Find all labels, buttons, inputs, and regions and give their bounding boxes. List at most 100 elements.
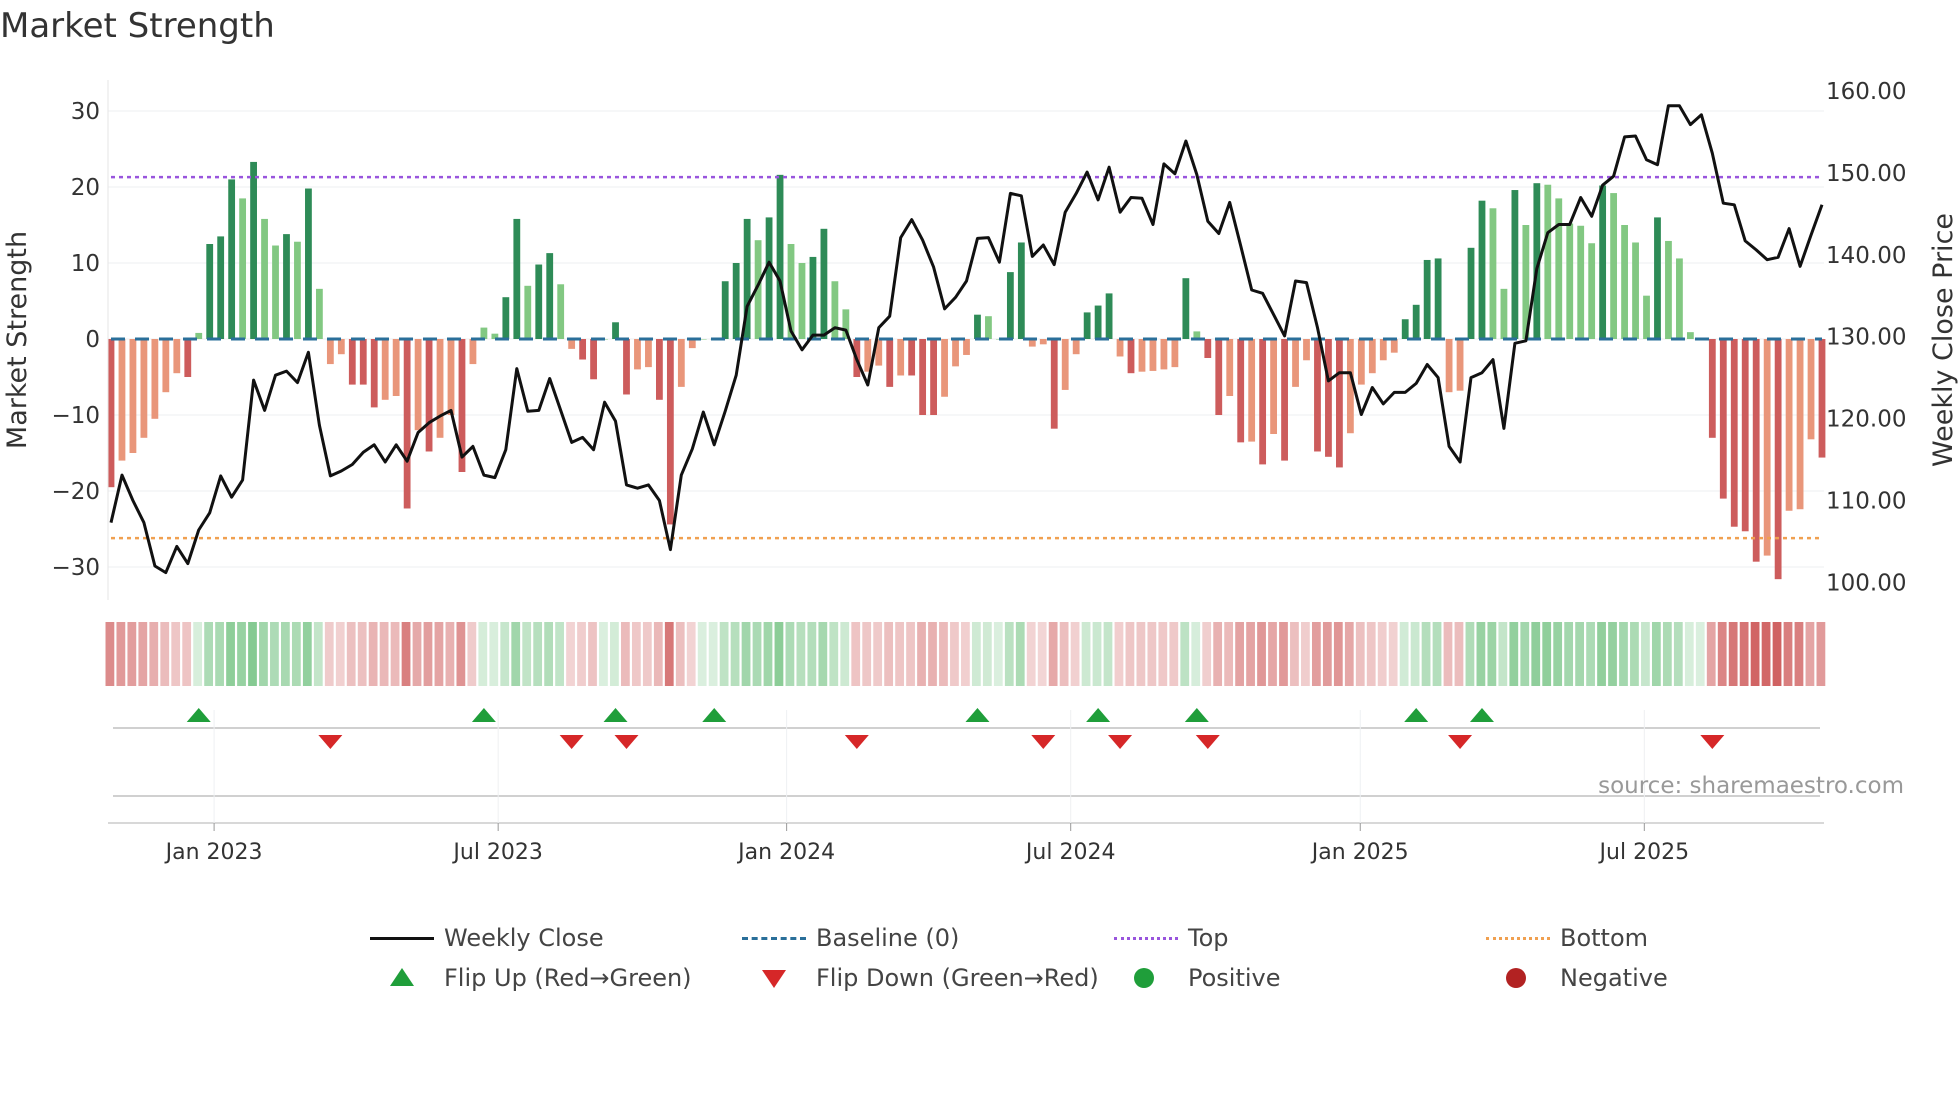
heat-cell bbox=[1311, 622, 1321, 686]
heat-cell bbox=[379, 622, 389, 686]
negative-bar bbox=[1785, 339, 1793, 511]
legend-flip-down: Flip Down (Green→Red) bbox=[742, 962, 1114, 994]
x-tick-label: Jan 2023 bbox=[164, 840, 263, 865]
positive-bar bbox=[1665, 240, 1672, 339]
heat-cell bbox=[1147, 622, 1157, 686]
heat-cell bbox=[686, 622, 696, 686]
legend-label: Negative bbox=[1560, 964, 1668, 992]
heat-cell bbox=[1268, 622, 1277, 686]
negative-bar bbox=[1039, 339, 1047, 345]
heat-cell bbox=[1575, 622, 1584, 686]
heat-cell bbox=[1432, 622, 1442, 686]
negative-bar bbox=[1796, 339, 1804, 510]
triangle-up-icon bbox=[370, 968, 434, 988]
negative-bar bbox=[1226, 339, 1234, 396]
negative-bar bbox=[1259, 339, 1267, 465]
flip-up-marker bbox=[1184, 708, 1209, 722]
heat-cell bbox=[719, 622, 729, 686]
heat-cell bbox=[215, 622, 224, 686]
heat-cell bbox=[1498, 622, 1508, 686]
negative-bar bbox=[1325, 339, 1332, 457]
heat-cell bbox=[1114, 622, 1124, 686]
reference-lines bbox=[111, 175, 1822, 540]
negative-bar bbox=[1292, 339, 1299, 387]
heat-cell bbox=[138, 622, 148, 686]
y2-tick-label: 130.00 bbox=[1826, 325, 1906, 351]
heat-cell bbox=[302, 622, 312, 686]
heat-cell bbox=[1739, 622, 1749, 686]
negative-bar bbox=[886, 339, 894, 387]
heat-cell bbox=[1553, 622, 1563, 686]
negative-bar bbox=[1215, 339, 1223, 415]
heat-cell bbox=[1092, 622, 1102, 686]
heat-cell bbox=[939, 622, 948, 686]
heat-cell bbox=[1794, 622, 1804, 686]
heat-cell bbox=[1037, 622, 1047, 686]
legend-baseline: Baseline (0) bbox=[742, 922, 1114, 954]
positive-bar bbox=[732, 263, 740, 339]
heat-cell bbox=[642, 622, 652, 686]
negative-bar bbox=[436, 339, 444, 438]
heat-cell bbox=[1761, 622, 1771, 686]
heat-cell bbox=[171, 622, 181, 686]
positive-bar bbox=[228, 179, 236, 339]
y-tick-label: −30 bbox=[51, 555, 100, 581]
legend-label: Weekly Close bbox=[444, 924, 604, 952]
negative-bar bbox=[1281, 339, 1288, 461]
heat-cell bbox=[1706, 622, 1716, 686]
negative-bar bbox=[1072, 339, 1080, 355]
flip-down-marker bbox=[318, 735, 343, 749]
heat-cell bbox=[599, 622, 608, 686]
heat-cell bbox=[1344, 622, 1354, 686]
negative-bar bbox=[447, 339, 455, 415]
negative-bar bbox=[963, 339, 970, 355]
negative-bar bbox=[1708, 339, 1716, 438]
heat-cell bbox=[1673, 622, 1683, 686]
heat-cell bbox=[950, 622, 959, 686]
y2-tick-label: 110.00 bbox=[1826, 489, 1906, 515]
negative-bar bbox=[1390, 339, 1398, 353]
negative-bar bbox=[908, 339, 916, 376]
heat-cell bbox=[774, 622, 784, 686]
negative-bar bbox=[1237, 339, 1245, 443]
y-tick-label: 30 bbox=[71, 99, 100, 125]
circle-icon bbox=[1486, 968, 1550, 988]
positive-bar bbox=[1588, 243, 1596, 339]
heat-cell bbox=[1465, 622, 1475, 686]
heat-cell bbox=[993, 622, 1003, 686]
negative-bar bbox=[655, 339, 663, 400]
positive-bar bbox=[1083, 312, 1091, 339]
negative-bar bbox=[173, 339, 181, 374]
heat-cell bbox=[621, 622, 630, 686]
heat-cell bbox=[193, 622, 203, 686]
heat-cell bbox=[1070, 622, 1080, 686]
heat-cell bbox=[1136, 622, 1146, 686]
heat-cell bbox=[1169, 622, 1179, 686]
positive-bar bbox=[546, 253, 554, 339]
heat-cell bbox=[664, 622, 674, 686]
heat-cell bbox=[862, 622, 872, 686]
y-tick-label: 0 bbox=[85, 327, 100, 353]
negative-bar bbox=[1719, 339, 1727, 499]
heat-cell bbox=[785, 622, 795, 686]
heat-cell bbox=[160, 622, 170, 686]
heat-cell bbox=[346, 622, 356, 686]
heat-cell bbox=[500, 622, 510, 686]
heat-cell bbox=[851, 622, 861, 686]
negative-bar bbox=[184, 339, 192, 377]
positive-bar bbox=[1621, 225, 1628, 339]
positive-bar bbox=[1566, 223, 1574, 339]
negative-bar bbox=[151, 339, 159, 419]
heat-cell bbox=[390, 622, 400, 686]
flip-up-marker bbox=[1086, 708, 1111, 722]
heat-cell bbox=[1388, 622, 1398, 686]
heat-cell bbox=[1333, 622, 1343, 686]
positive-bar bbox=[1017, 242, 1025, 339]
negative-bar bbox=[348, 339, 356, 385]
negative-bar bbox=[1807, 339, 1815, 440]
heat-cell bbox=[1641, 622, 1650, 686]
heat-cell bbox=[588, 622, 597, 686]
negative-bar bbox=[590, 339, 597, 380]
positive-bar bbox=[1500, 288, 1508, 339]
heat-cell bbox=[1004, 622, 1014, 686]
